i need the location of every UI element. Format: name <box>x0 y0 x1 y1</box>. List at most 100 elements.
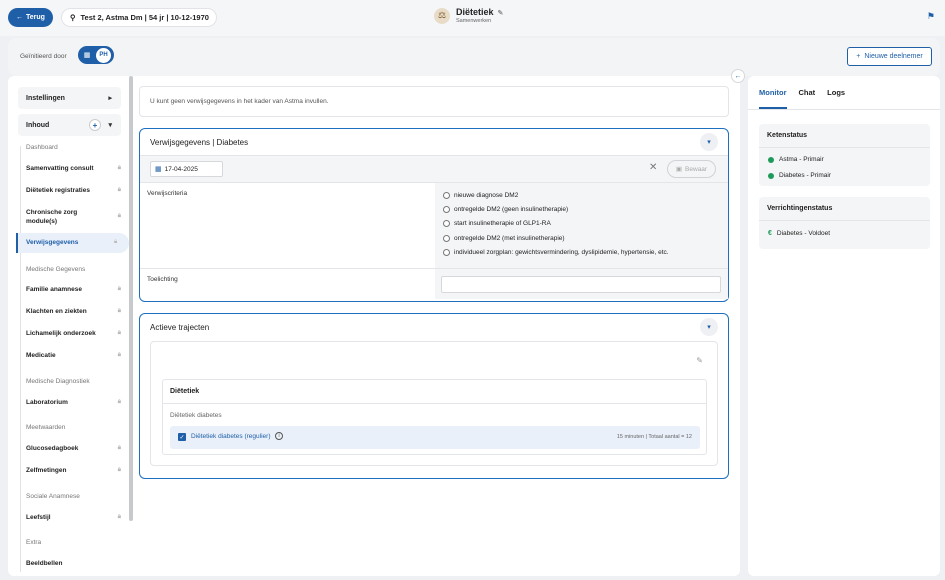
save-icon: ▣ <box>675 166 683 173</box>
criteria-option[interactable]: ontregelde DM2 (geen insulinetherapie) <box>443 206 568 213</box>
info-icon[interactable]: i <box>275 432 283 440</box>
lock-icon: 🔒︎ <box>117 165 121 171</box>
criteria-option[interactable]: start insulinetherapie of GLP1-RA <box>443 220 551 227</box>
tab-chat[interactable]: Chat <box>799 88 816 109</box>
dietetics-logo-icon: ⚖ <box>434 7 450 24</box>
traject-item-meta: 15 minuten | Totaal aantal = 12 <box>616 434 692 440</box>
close-icon[interactable]: ✕ <box>649 162 657 173</box>
left-nav: Instellingen ▸ Inhoud + ▾ Dashboard Same… <box>16 84 136 572</box>
new-participant-button[interactable]: + Nieuwe deelnemer <box>847 47 932 66</box>
criteria-options: nieuwe diagnose DM2 ontregelde DM2 (geen… <box>435 183 728 268</box>
referral-toolbar: ▦ 17-04-2025 ✕ ▣ Bewaar <box>140 156 728 183</box>
nav-section-medical: Medische Gegevens <box>26 266 86 273</box>
initiator-avatar: PH <box>96 47 111 63</box>
euro-icon: € <box>768 230 772 237</box>
content-menu[interactable]: Inhoud + ▾ <box>18 114 121 136</box>
chevron-down-icon[interactable]: ▾ <box>700 133 718 151</box>
referral-card: Verwijsgegevens | Diabetes ▾ ▦ 17-04-202… <box>139 128 729 302</box>
radio-icon[interactable] <box>443 192 450 199</box>
chevron-down-icon: ▾ <box>108 122 112 129</box>
app-name: Diëtetiek ✎ <box>456 7 504 17</box>
main-panel: Instellingen ▸ Inhoud + ▾ Dashboard Same… <box>8 76 740 576</box>
chevron-down-icon[interactable]: ▾ <box>700 318 718 336</box>
status-dot-icon <box>768 156 774 163</box>
criteria-option[interactable]: ontregelde DM2 (met insulinetherapie) <box>443 235 565 242</box>
initiator-toggle[interactable]: ▦ PH <box>78 46 114 64</box>
referral-card-header: Verwijsgegevens | Diabetes ▾ <box>140 129 728 156</box>
chevron-right-icon: ▸ <box>108 95 112 102</box>
note-row: Toelichting <box>140 269 728 299</box>
chain-status-card: Ketenstatus Astma - Primair Diabetes - P… <box>759 124 930 186</box>
trajects-card-header: Actieve trajecten ▾ <box>140 314 728 341</box>
nav-item-summary[interactable]: Samenvatting consult 🔒︎ <box>26 164 121 173</box>
checkbox-icon[interactable]: ✓ <box>178 433 186 441</box>
nav-item-family-history[interactable]: Familie anamnese 🔒︎ <box>26 285 121 294</box>
note-label: Toelichting <box>147 276 178 283</box>
status-dot-icon <box>768 172 774 179</box>
radio-icon[interactable] <box>443 249 450 256</box>
nav-item-medication[interactable]: Medicatie 🔒︎ <box>26 351 121 360</box>
traject-item-name[interactable]: Diëtetiek diabetes (regulier) <box>191 433 270 440</box>
nav-section-extra: Extra <box>26 539 42 546</box>
criteria-option[interactable]: nieuwe diagnose DM2 <box>443 192 518 199</box>
initiated-row: Geïnitieerd door ▦ PH + Nieuwe deelnemer <box>8 38 940 76</box>
lock-icon: 🔒︎ <box>117 467 121 473</box>
edit-icon[interactable]: ✎ <box>696 356 703 365</box>
collapse-panel-icon[interactable]: ← <box>731 69 745 83</box>
radio-icon[interactable] <box>443 206 450 213</box>
top-bar: ← Terug ⚲ Test 2, Astma Dm | 54 jr | 10-… <box>0 0 945 36</box>
nav-item-glucose-diary[interactable]: Glucosedagboek 🔒︎ <box>26 444 121 453</box>
lock-icon: 🔒︎ <box>114 239 118 245</box>
nav-item-complaints[interactable]: Klachten en ziekten 🔒︎ <box>26 307 121 316</box>
patient-chip[interactable]: ⚲ Test 2, Astma Dm | 54 jr | 10-12-1970 <box>61 8 217 27</box>
nav-item-self-measurements[interactable]: Zelfmetingen 🔒︎ <box>26 466 121 475</box>
add-icon[interactable]: + <box>89 119 101 131</box>
lock-icon: 🔒︎ <box>117 308 121 314</box>
nav-item-registrations[interactable]: Diëtetiek registraties 🔒︎ <box>26 186 121 195</box>
radio-icon[interactable] <box>443 220 450 227</box>
plus-icon: + <box>856 53 861 60</box>
lock-icon: 🔒︎ <box>117 187 121 193</box>
tab-logs[interactable]: Logs <box>827 88 845 109</box>
lock-icon: 🔒︎ <box>117 213 121 219</box>
traject-item[interactable]: ✓ Diëtetiek diabetes (regulier) i 15 min… <box>170 426 700 449</box>
chain-status-item: Diabetes - Primair <box>759 166 930 182</box>
nav-section-dashboard: Dashboard <box>26 144 58 151</box>
criteria-row: Verwijscriteria nieuwe diagnose DM2 ontr… <box>140 183 728 269</box>
nav-item-laboratory[interactable]: Laboratorium 🔒︎ <box>26 398 121 407</box>
lock-icon: 🔒︎ <box>117 352 121 358</box>
app-title: ⚖ Diëtetiek ✎ Samenwerken <box>434 7 503 24</box>
radio-icon[interactable] <box>443 235 450 242</box>
action-status-title: Verrichtingenstatus <box>759 197 930 221</box>
save-button[interactable]: ▣ Bewaar <box>667 160 716 178</box>
nav-scrollbar[interactable] <box>129 76 133 521</box>
traject-card: Diëtetiek Diëtetiek diabetes ✓ Diëtetiek… <box>162 379 707 455</box>
back-button[interactable]: ← Terug <box>8 8 53 27</box>
lock-icon: 🔒︎ <box>117 514 121 520</box>
tab-monitor[interactable]: Monitor <box>759 88 787 109</box>
right-tabs: Monitor Chat Logs <box>759 88 845 109</box>
chain-status-item: Astma - Primair <box>759 153 930 166</box>
pin-icon[interactable]: ⚑ <box>927 11 935 22</box>
initiated-label: Geïnitieerd door <box>20 53 67 60</box>
trajects-container: ✎ Diëtetiek Diëtetiek diabetes ✓ Diëteti… <box>150 341 718 466</box>
nav-item-lifestyle[interactable]: Leefstijl 🔒︎ <box>26 513 121 522</box>
lock-icon: 🔒︎ <box>117 286 121 292</box>
criteria-label: Verwijscriteria <box>147 190 188 197</box>
calendar-icon: ▦ <box>155 166 162 173</box>
nav-item-physical-exam[interactable]: Lichamelijk onderzoek 🔒︎ <box>26 329 121 338</box>
lock-icon: 🔒︎ <box>117 445 121 451</box>
note-textarea[interactable] <box>441 276 721 293</box>
date-field[interactable]: ▦ 17-04-2025 <box>150 161 223 177</box>
edit-icon[interactable]: ✎ <box>498 10 504 17</box>
nav-item-chronic-care[interactable]: Chronische zorg module(s) 🔒︎ <box>26 208 121 226</box>
lock-icon: 🔒︎ <box>117 330 121 336</box>
nav-item-video-call[interactable]: Beeldbellen <box>26 559 121 568</box>
active-trajects-card: Actieve trajecten ▾ ✎ Diëtetiek Diëtetie… <box>139 313 729 479</box>
nav-section-measurements: Meetwaarden <box>26 424 66 431</box>
nav-section-social: Sociale Anamnese <box>26 493 80 500</box>
traject-subtitle: Diëtetiek diabetes <box>170 412 222 419</box>
criteria-option[interactable]: individueel zorgplan: gewichtsverminderi… <box>443 249 669 256</box>
location-pin-icon: ⚲ <box>70 13 76 22</box>
settings-menu[interactable]: Instellingen ▸ <box>18 87 121 109</box>
